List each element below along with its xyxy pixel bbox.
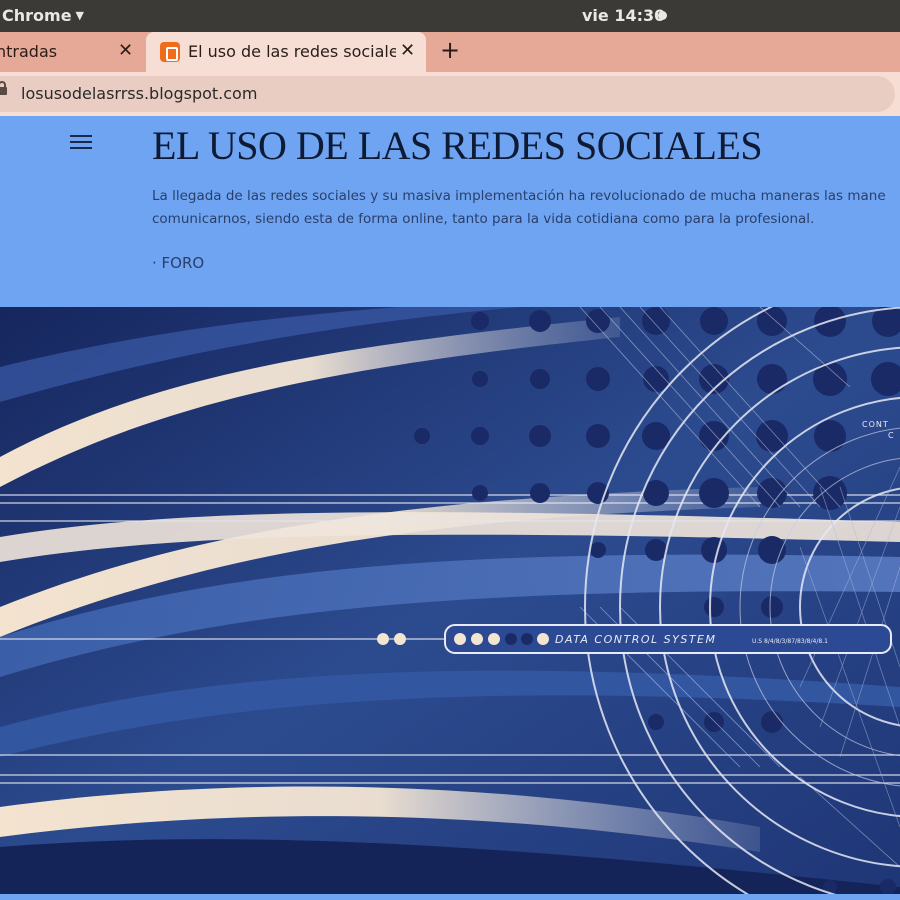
tab-strip: ntradas ✕ El uso de las redes sociales ✕… [0,32,900,72]
bottom-strip [0,894,900,900]
blogger-icon [160,42,180,62]
app-name: Chrome [2,6,72,25]
blog-description-line: La llegada de las redes sociales y su ma… [152,188,886,204]
url-input[interactable]: losusodelasrrss.blogspot.com [21,84,257,103]
close-icon[interactable]: ✕ [118,40,133,61]
hero-image: DATA CONTROL SYSTEM U.S 8/4/8/3/87/83/8/… [0,307,900,894]
tab-entradas[interactable]: ntradas ✕ [0,32,142,72]
chevron-down-icon: ▼ [75,9,85,22]
blog-header: EL USO DE LAS REDES SOCIALES La llegada … [0,116,900,307]
tab-title: ntradas [0,42,58,61]
menu-icon[interactable] [70,135,92,151]
close-icon[interactable]: ✕ [400,40,415,61]
app-menu[interactable]: Chrome ▼ [2,6,84,25]
blog-title[interactable]: EL USO DE LAS REDES SOCIALES [152,122,763,169]
panel-label: DATA CONTROL SYSTEM [555,633,716,646]
blog-description: La llegada de las redes sociales y su ma… [152,185,900,231]
corner-label: CONT [862,420,889,429]
clock[interactable]: vie 14:30 [582,6,665,25]
lock-icon[interactable] [0,81,8,98]
corner-label: C [888,431,894,440]
tab-blog-active[interactable]: El uso de las redes sociales ✕ [146,32,426,72]
blog-description-line: comunicarnos, siendo esta de forma onlin… [152,211,815,227]
tab-title: El uso de las redes sociales [188,42,396,61]
hero-graphic: DATA CONTROL SYSTEM U.S 8/4/8/3/87/83/8/… [0,307,900,894]
status-dot-icon [658,11,667,20]
data-control-panel: DATA CONTROL SYSTEM U.S 8/4/8/3/87/83/8/… [377,624,892,654]
nav-link-foro[interactable]: · FORO [152,254,204,272]
os-top-bar: Chrome ▼ vie 14:30 [0,0,900,32]
panel-sublabel: U.S 8/4/8/3/87/83/8/4/8.1 [752,638,828,645]
new-tab-button[interactable]: + [440,36,460,64]
